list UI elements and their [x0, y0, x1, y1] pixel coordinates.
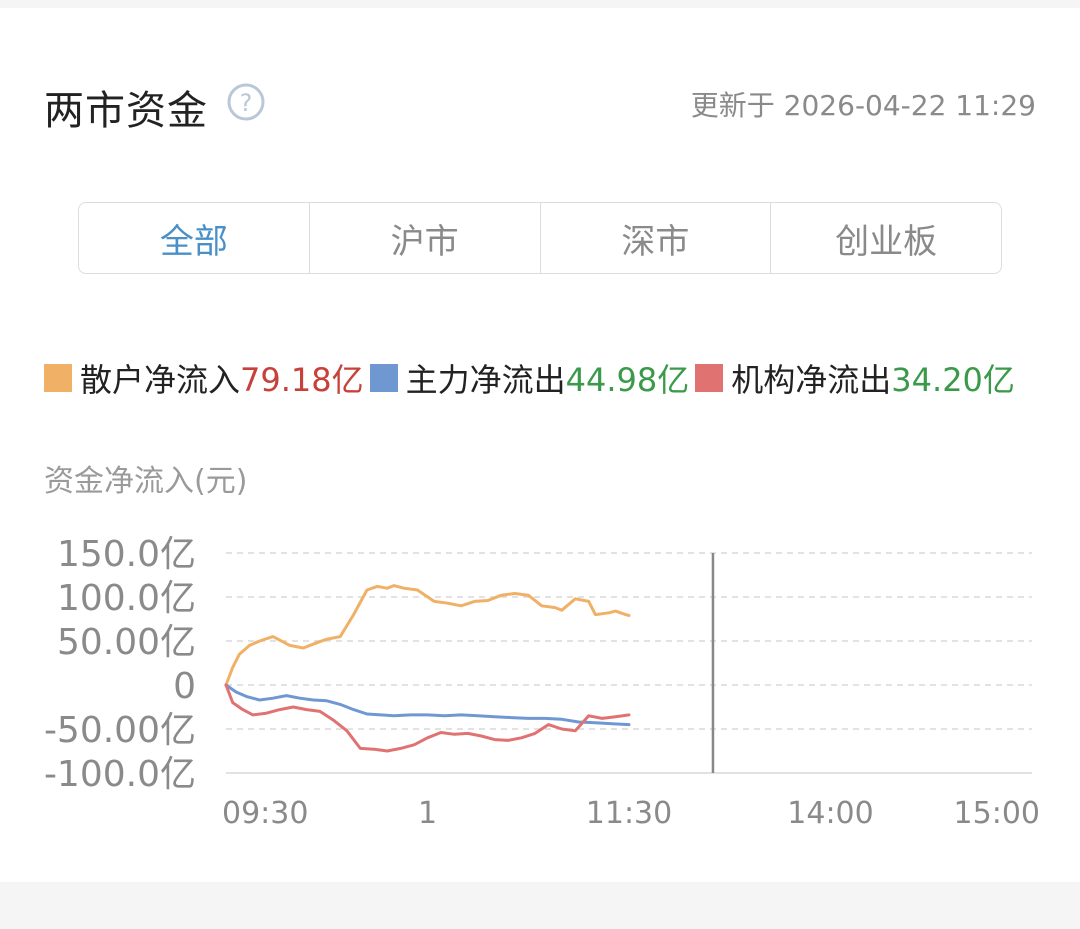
x-tick-label: 09:30 — [222, 796, 308, 831]
tab-shenzhen[interactable]: 深市 — [541, 203, 772, 273]
x-tick-label: 14:00 — [787, 796, 873, 831]
y-tick-label: 50.00亿 — [57, 622, 196, 663]
legend-main: 主力净流出 44.98亿 — [369, 355, 690, 401]
tab-all[interactable]: 全部 — [79, 203, 310, 273]
legend-value-main: 44.98亿 — [565, 361, 690, 399]
legend-label-retail: 散户净流入 — [80, 361, 241, 399]
fund-flow-card: 两市资金 ? 更新于 2026-04-22 11:29 全部 沪市 深市 创业板… — [0, 8, 1080, 882]
fund-flow-chart: 150.0亿100.0亿50.00亿0-50.00亿-100.0亿09:30 1 1… — [44, 534, 1040, 831]
legend-retail: 散户净流入 79.18亿 — [44, 355, 364, 401]
series-line — [224, 683, 631, 727]
svg-text:?: ? — [240, 89, 253, 117]
legend-value-institution: 34.20亿 — [891, 361, 1015, 399]
x-tick-label: 1 — [418, 796, 437, 831]
help-icon[interactable]: ? — [226, 82, 266, 122]
legend-label-main: 主力净流出 — [405, 361, 566, 399]
legend-swatch-main — [369, 364, 398, 392]
y-tick-label: -50.00亿 — [44, 710, 196, 751]
legend-value-retail: 79.18亿 — [240, 361, 364, 399]
chart-legend: 散户净流入 79.18亿 主力净流出 44.98亿 机构净流出 34.20亿 — [44, 355, 1021, 401]
y-tick-label: -100.0亿 — [44, 754, 196, 795]
legend-label-institution: 机构净流出 — [731, 361, 892, 399]
y-axis-title: 资金净流入(元) — [44, 464, 248, 499]
series-line — [224, 584, 631, 687]
market-tabs: 全部 沪市 深市 创业板 — [78, 202, 1002, 274]
tab-shanghai[interactable]: 沪市 — [310, 203, 541, 273]
x-tick-label: 15:00 — [954, 796, 1040, 831]
tab-chinext[interactable]: 创业板 — [771, 203, 1001, 273]
x-tick-label: 11:30 — [586, 796, 672, 831]
y-tick-label: 100.0亿 — [57, 578, 196, 619]
page-title: 两市资金 — [44, 88, 208, 134]
legend-swatch-retail — [44, 364, 72, 392]
y-tick-label: 150.0亿 — [57, 534, 196, 575]
legend-institution: 机构净流出 34.20亿 — [695, 355, 1015, 401]
y-tick-label: 0 — [173, 666, 196, 707]
legend-swatch-institution — [695, 364, 724, 392]
updated-time: 更新于 2026-04-22 11:29 — [690, 89, 1036, 122]
